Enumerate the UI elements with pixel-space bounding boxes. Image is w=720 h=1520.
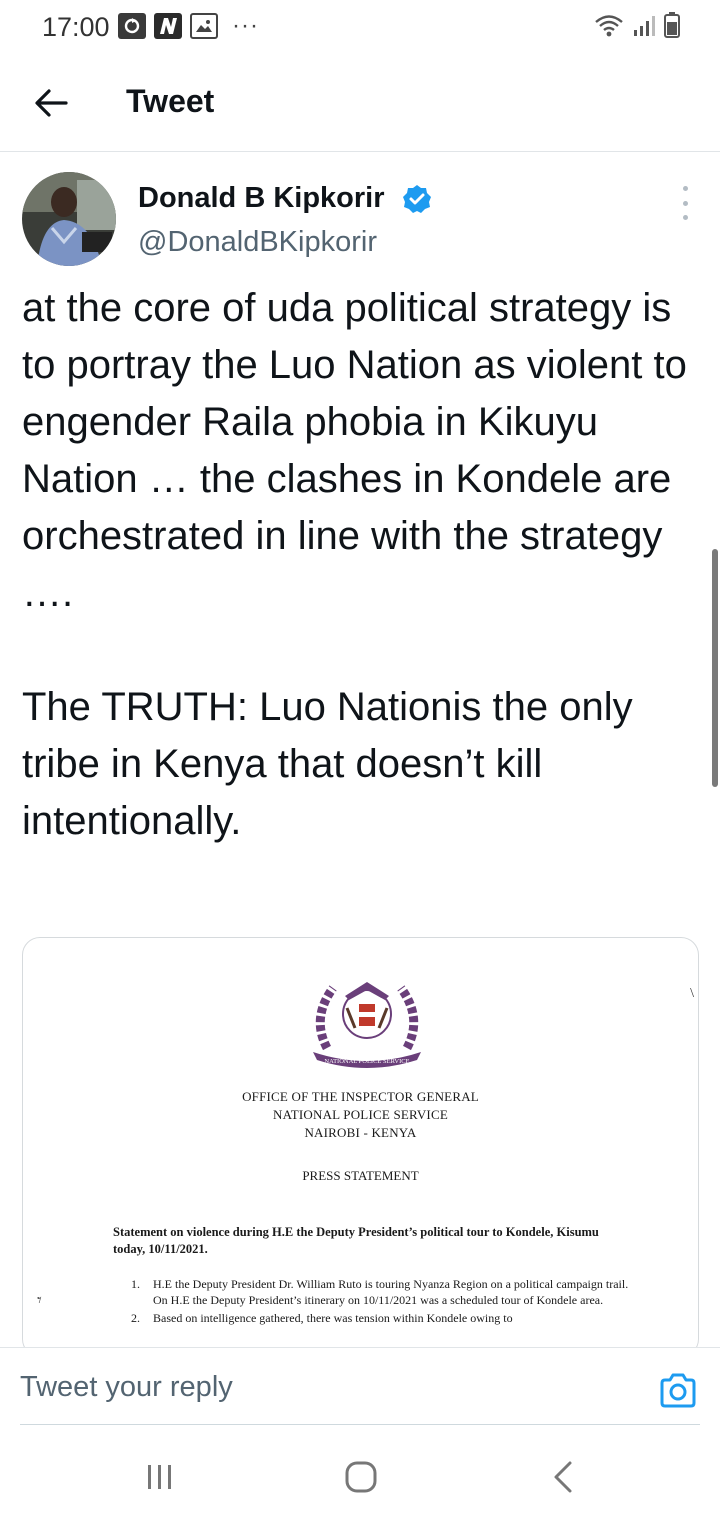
system-nav-bar: [0, 1427, 720, 1520]
recent-apps-button[interactable]: [135, 1457, 185, 1497]
camera-icon: [660, 1373, 696, 1408]
status-time: 17:00: [42, 12, 110, 42]
item-number: 1.: [131, 1277, 140, 1291]
more-dot-icon: [682, 215, 688, 220]
recent-apps-icon: [148, 1465, 171, 1489]
signal-icon: [632, 14, 656, 43]
n-app-icon: [154, 13, 182, 39]
reply-placeholder: Tweet your reply: [20, 1371, 233, 1403]
camera-button[interactable]: [658, 1371, 698, 1411]
statement-title: Statement on violence during H.E the Dep…: [113, 1225, 599, 1256]
item-number: 2.: [131, 1311, 140, 1325]
office-line-1: OFFICE OF THE INSPECTOR GENERAL: [242, 1089, 479, 1104]
press-statement-document: \ NATIONAL POLICE SERVICE OFFICE OF THE …: [23, 938, 698, 1356]
back-button[interactable]: [26, 78, 76, 128]
more-dot-icon: [682, 186, 688, 191]
tweet-screen: 17:00 ··· Tweet Donald B Kipkorir @Donal…: [0, 0, 720, 1520]
avatar[interactable]: [22, 172, 116, 266]
battery-icon: [664, 12, 680, 43]
more-options-button[interactable]: [670, 186, 700, 220]
tweet-media-image[interactable]: \ NATIONAL POLICE SERVICE OFFICE OF THE …: [22, 937, 699, 1357]
status-bar: 17:00 ···: [0, 0, 720, 56]
office-line-2: NATIONAL POLICE SERVICE: [273, 1107, 448, 1122]
notification-icons: ···: [118, 13, 259, 39]
arrow-left-icon: [35, 89, 68, 117]
press-heading: PRESS STATEMENT: [302, 1168, 419, 1183]
office-line-3: NAIROBI - KENYA: [304, 1125, 417, 1140]
more-dot-icon: [682, 200, 688, 206]
police-emblem-icon: NATIONAL POLICE SERVICE: [313, 982, 421, 1068]
page-title: Tweet: [126, 83, 215, 119]
verified-badge-icon: [402, 184, 432, 214]
statement-item: 2. Based on intelligence gathered, there…: [131, 1310, 631, 1326]
emblem-text: NATIONAL POLICE SERVICE: [324, 1058, 409, 1065]
statement-items: 1. H.E the Deputy President Dr. William …: [131, 1276, 631, 1328]
item-text: Based on intelligence gathered, there wa…: [153, 1311, 513, 1325]
back-nav-button[interactable]: [538, 1457, 588, 1497]
tweet-text: at the core of uda political strategy is…: [22, 286, 687, 843]
item-text: H.E the Deputy President Dr. William Rut…: [153, 1277, 629, 1307]
wifi-icon: [594, 14, 624, 43]
scrollbar[interactable]: [712, 549, 718, 787]
home-button[interactable]: [336, 1457, 386, 1497]
reply-input[interactable]: Tweet your reply: [20, 1347, 700, 1425]
sync-icon: [118, 13, 146, 39]
system-icons: [594, 12, 680, 43]
home-icon: [345, 1461, 377, 1493]
scan-mark: \: [690, 986, 694, 1001]
more-notifications-indicator: ···: [232, 12, 259, 39]
scan-mark: 𝄾: [37, 1290, 42, 1310]
author-handle[interactable]: @DonaldBKipkorir: [138, 226, 377, 259]
back-nav-icon: [554, 1461, 572, 1493]
gallery-icon: [190, 13, 218, 39]
author-name[interactable]: Donald B Kipkorir: [138, 182, 385, 215]
top-app-bar: Tweet: [0, 56, 720, 152]
statement-item: 1. H.E the Deputy President Dr. William …: [131, 1276, 631, 1308]
